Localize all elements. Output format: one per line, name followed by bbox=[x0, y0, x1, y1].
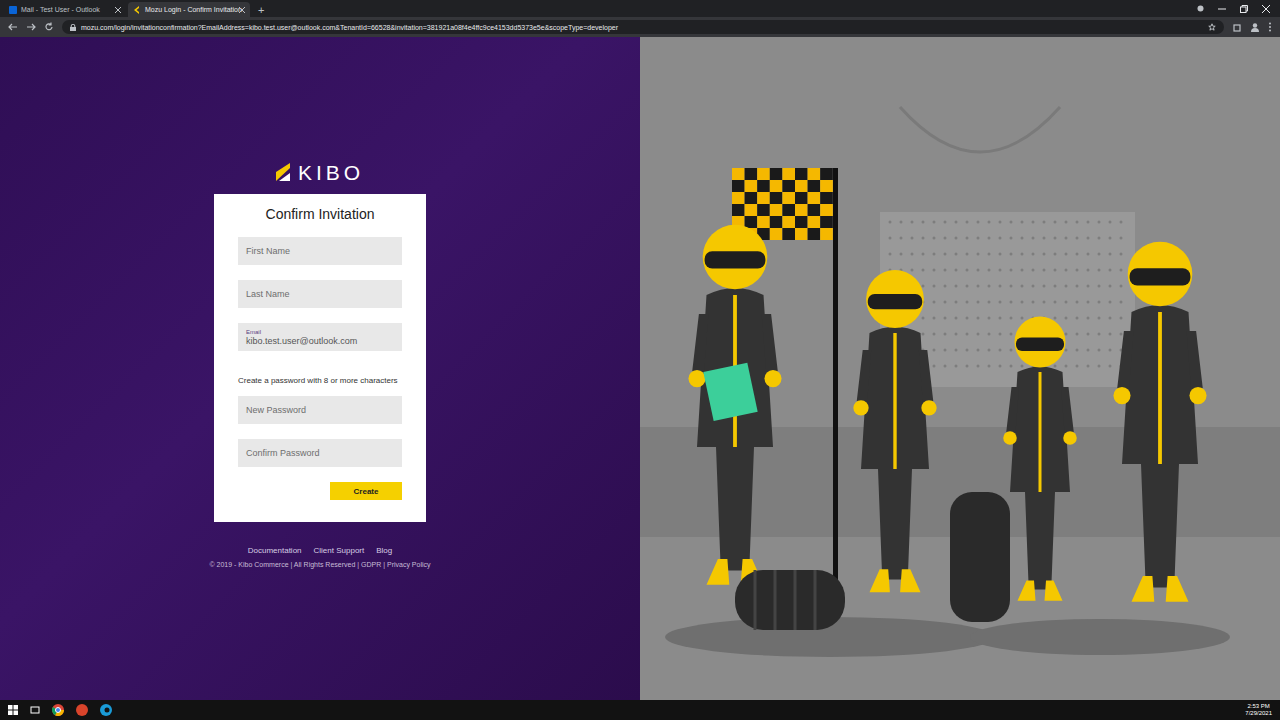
invitation-card: Confirm Invitation First Name Last Name Ema… bbox=[214, 194, 426, 522]
app-icon[interactable] bbox=[76, 704, 88, 716]
outlook-icon bbox=[9, 6, 17, 14]
close-icon[interactable] bbox=[239, 7, 245, 13]
illustration-panel bbox=[640, 37, 1280, 700]
field-placeholder: New Password bbox=[246, 405, 394, 416]
new-tab-button[interactable]: + bbox=[252, 2, 270, 17]
address-bar: mozu.com/login/invitationconfirmation?Em… bbox=[0, 17, 1280, 37]
crew-member-kneeling bbox=[1003, 317, 1077, 601]
window-controls bbox=[1187, 0, 1280, 17]
text-field[interactable]: Last Name bbox=[238, 280, 402, 308]
taskbar: 2:53 PM7/29/2021 bbox=[0, 700, 1280, 720]
field-placeholder: Confirm Password bbox=[246, 448, 394, 459]
windows-start-icon[interactable] bbox=[8, 705, 18, 715]
field-value: kibo.test.user@outlook.com bbox=[246, 336, 394, 347]
close-icon[interactable] bbox=[115, 7, 121, 13]
email-field[interactable]: Emailkibo.test.user@outlook.com bbox=[238, 323, 402, 351]
password-hint: Create a password with 8 or more charact… bbox=[238, 375, 402, 387]
lock-icon bbox=[70, 24, 76, 31]
page: KIBO Confirm Invitation First Name Last Nam… bbox=[0, 37, 1280, 700]
kibo-mark-icon bbox=[276, 163, 292, 181]
minimize-icon[interactable] bbox=[1218, 5, 1226, 13]
tab-strip: Mail - Test User - Outlook Mozu Login - C… bbox=[0, 0, 1280, 17]
logo-text: KIBO bbox=[298, 162, 364, 183]
url-text: mozu.com/login/invitationconfirmation?Em… bbox=[81, 24, 618, 31]
chrome-icon[interactable] bbox=[52, 704, 64, 716]
reload-icon[interactable] bbox=[44, 22, 54, 32]
copyright: © 2019 - Kibo Commerce | All Rights Rese… bbox=[209, 561, 430, 568]
clipboard bbox=[703, 363, 757, 421]
star-icon[interactable] bbox=[1208, 23, 1216, 31]
clock[interactable]: 2:53 PM7/29/2021 bbox=[1245, 703, 1272, 717]
record-icon[interactable] bbox=[1197, 5, 1204, 12]
profile-icon[interactable] bbox=[1250, 22, 1260, 32]
field-placeholder: First Name bbox=[246, 246, 394, 257]
url-field[interactable]: mozu.com/login/invitationconfirmation?Em… bbox=[62, 20, 1224, 34]
kibo-logo: KIBO bbox=[276, 161, 364, 183]
restore-icon[interactable] bbox=[1240, 5, 1248, 13]
tire bbox=[735, 570, 845, 630]
text-field[interactable]: New Password bbox=[238, 396, 402, 424]
date: 7/29/2021 bbox=[1245, 710, 1272, 717]
text-field[interactable]: First Name bbox=[238, 237, 402, 265]
time: 2:53 PM bbox=[1247, 703, 1269, 710]
menu-icon[interactable] bbox=[1268, 22, 1272, 32]
task-view-icon[interactable] bbox=[30, 705, 40, 715]
login-panel: KIBO Confirm Invitation First Name Last Nam… bbox=[0, 37, 640, 700]
edge-icon[interactable] bbox=[100, 704, 112, 716]
crew-member-with-clipboard bbox=[688, 225, 781, 585]
field-label: Email bbox=[246, 328, 394, 336]
pit-crew-illustration bbox=[640, 37, 1280, 700]
text-field[interactable]: Confirm Password bbox=[238, 439, 402, 467]
kibo-icon bbox=[133, 6, 141, 14]
browser-tab[interactable]: Mozu Login - Confirm Invitation bbox=[128, 2, 250, 17]
crew-member-with-flag bbox=[853, 270, 936, 592]
tab-label: Mozu Login - Confirm Invitation bbox=[145, 6, 235, 13]
footer-links: Documentation Client Support Blog bbox=[248, 546, 393, 555]
forward-icon[interactable] bbox=[26, 22, 36, 32]
browser-tab[interactable]: Mail - Test User - Outlook bbox=[4, 2, 126, 17]
footer-link[interactable]: Client Support bbox=[314, 546, 365, 555]
extensions-icon[interactable] bbox=[1232, 22, 1242, 32]
field-placeholder: Last Name bbox=[246, 289, 394, 300]
footer: Documentation Client Support Blog © 2019 - … bbox=[209, 546, 430, 568]
footer-link[interactable]: Documentation bbox=[248, 546, 302, 555]
card-title: Confirm Invitation bbox=[238, 206, 402, 222]
close-window-icon[interactable] bbox=[1262, 5, 1270, 13]
tab-label: Mail - Test User - Outlook bbox=[21, 6, 111, 13]
back-icon[interactable] bbox=[8, 22, 18, 32]
tire-upright bbox=[950, 492, 1010, 622]
footer-link[interactable]: Blog bbox=[376, 546, 392, 555]
create-button[interactable]: Create bbox=[330, 482, 402, 500]
crew-member-waving bbox=[1113, 242, 1206, 602]
screen: Mail - Test User - Outlook Mozu Login - C… bbox=[0, 0, 1280, 720]
